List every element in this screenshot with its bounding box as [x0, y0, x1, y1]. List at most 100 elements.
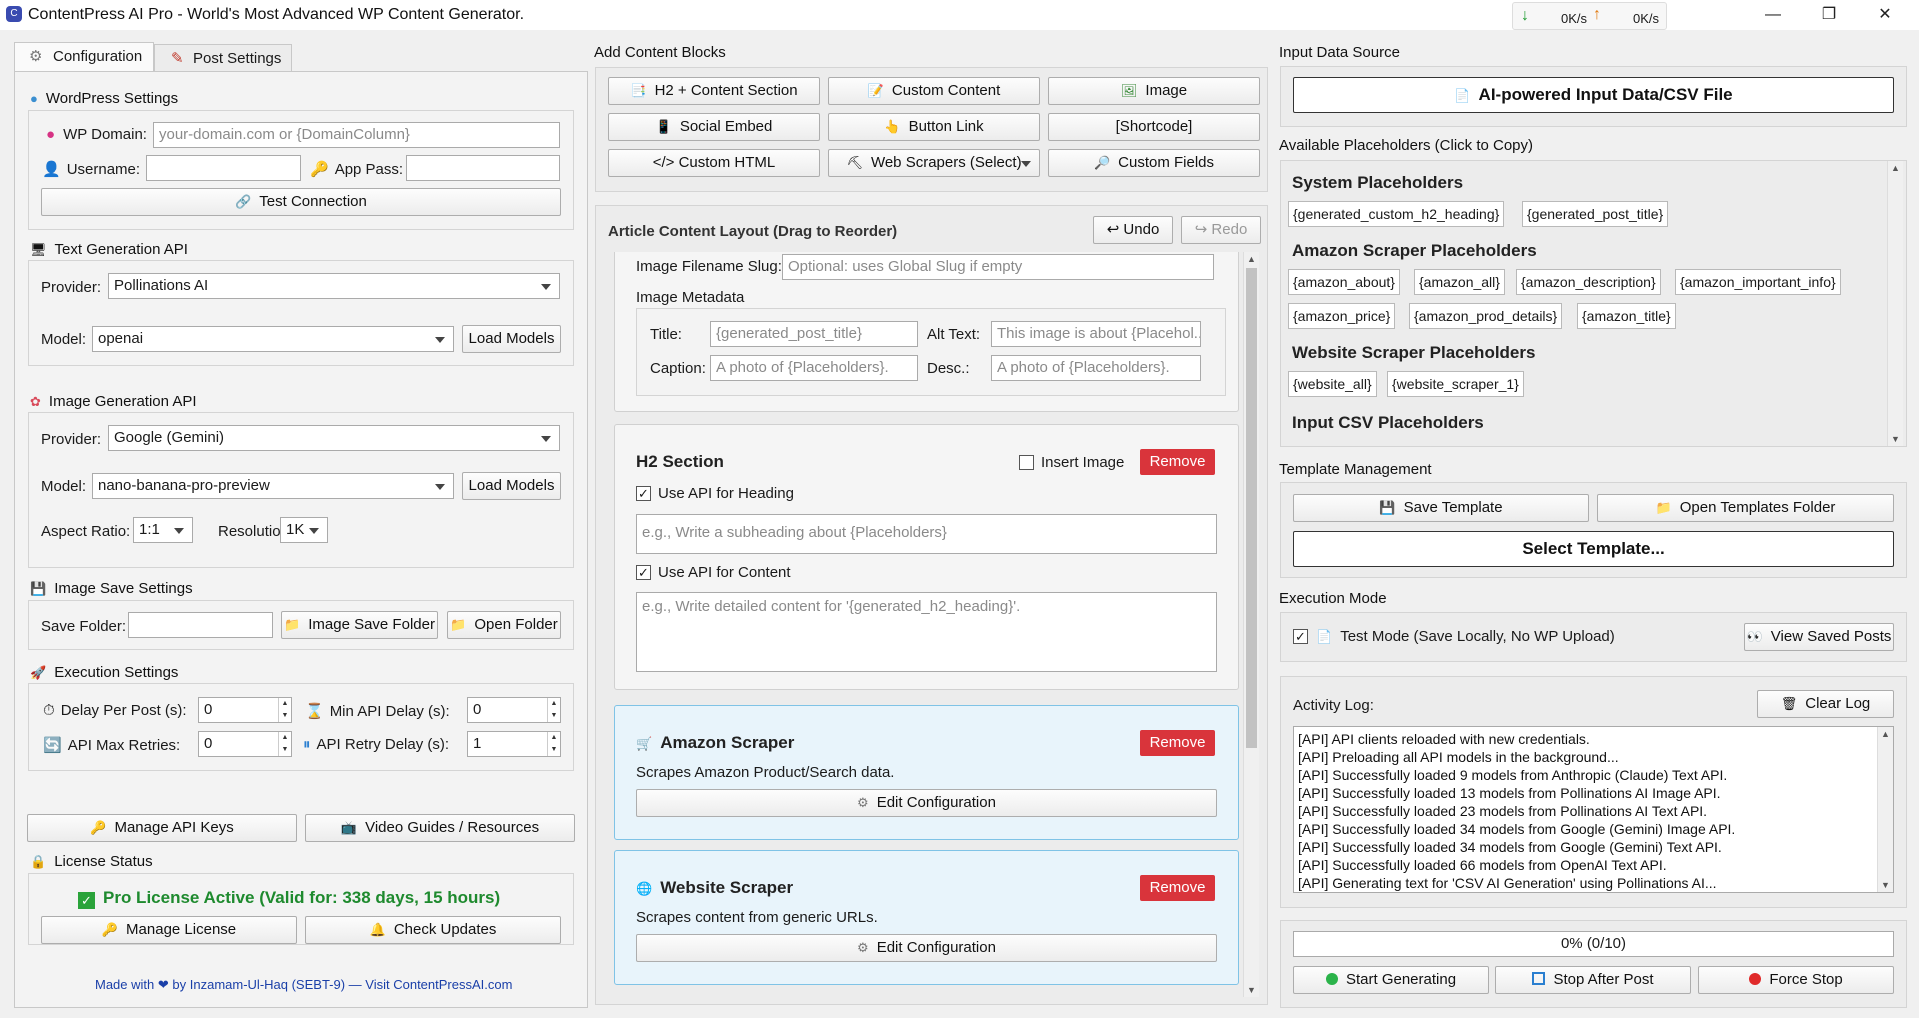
add-h2-section-button[interactable]: 📑 H2 + Content Section: [608, 77, 820, 105]
image-slug-label: Image Filename Slug:: [636, 258, 782, 275]
close-button[interactable]: ✕: [1862, 2, 1908, 28]
delay-per-post-label: ⏱ Delay Per Post (s):: [43, 702, 187, 719]
meta-caption-input[interactable]: A photo of {Placeholders}.: [710, 355, 918, 381]
placeholder-chip[interactable]: {generated_custom_h2_heading}: [1288, 201, 1505, 227]
undo-button[interactable]: ↩ Undo: [1093, 216, 1173, 244]
image-model-select[interactable]: nano-banana-pro-preview: [92, 473, 454, 499]
amazon-remove-button[interactable]: Remove: [1140, 730, 1215, 756]
min-api-delay-spinner[interactable]: 0 ▲ ▼: [467, 697, 561, 723]
image-slug-input[interactable]: Optional: uses Global Slug if empty: [782, 254, 1214, 280]
check-updates-button[interactable]: 🔔 Check Updates: [305, 916, 561, 944]
add-blocks-header: Add Content Blocks: [594, 44, 726, 61]
wp-domain-input[interactable]: your-domain.com or {DomainColumn}: [153, 122, 560, 148]
select-template-button[interactable]: Select Template...: [1293, 531, 1894, 567]
insert-image-checkbox[interactable]: [1019, 455, 1034, 470]
input-data-file-button[interactable]: 📄 AI-powered Input Data/CSV File: [1293, 77, 1894, 113]
placeholder-chip[interactable]: {amazon_description}: [1516, 269, 1661, 295]
activity-log-textbox[interactable]: [API] API clients reloaded with new cred…: [1293, 726, 1894, 893]
text-model-select[interactable]: openai: [92, 326, 454, 352]
layout-scrollbar-thumb[interactable]: [1246, 268, 1257, 748]
video-guides-button[interactable]: 📺 Video Guides / Resources: [305, 814, 575, 842]
placeholder-chip[interactable]: {amazon_prod_details}: [1409, 303, 1563, 329]
image-save-header: 💾 Image Save Settings: [30, 580, 193, 597]
manage-api-keys-button[interactable]: 🔑 Manage API Keys: [27, 814, 297, 842]
force-stop-button[interactable]: Force Stop: [1698, 966, 1894, 994]
save-folder-label: Save Folder:: [41, 618, 127, 635]
open-folder-button[interactable]: 📁 Open Folder: [447, 611, 561, 639]
stop-after-post-button[interactable]: Stop After Post: [1495, 966, 1691, 994]
chevron-down-icon: [541, 436, 551, 442]
resolution-select[interactable]: 1K: [280, 517, 328, 543]
min-api-delay-label: ⌛ Min API Delay (s):: [305, 703, 450, 720]
image-provider-select[interactable]: Google (Gemini): [108, 425, 560, 451]
image-gen-header: ✿ Image Generation API: [30, 393, 197, 410]
placeholders-scroll-area: System Placeholders {generated_custom_h2…: [1281, 161, 1890, 446]
use-api-heading-checkbox[interactable]: ✓: [636, 486, 651, 501]
meta-desc-input[interactable]: A photo of {Placeholders}.: [991, 355, 1201, 381]
log-scrollbar-thumb[interactable]: [1880, 743, 1891, 843]
h2-remove-button[interactable]: Remove: [1140, 449, 1215, 475]
website-edit-config-button[interactable]: ⚙ Edit Configuration: [636, 934, 1217, 962]
save-folder-input[interactable]: [128, 612, 273, 638]
add-custom-fields-button[interactable]: 🔎 Custom Fields: [1048, 149, 1260, 177]
lock-icon: 🔒: [30, 854, 47, 869]
add-custom-html-button[interactable]: </> Custom HTML: [608, 149, 820, 177]
wp-settings-header: ● WordPress Settings: [30, 90, 179, 107]
clear-log-button[interactable]: 🗑 Clear Log: [1757, 690, 1894, 718]
spin-down-icon: ▼: [278, 710, 291, 722]
placeholder-chip[interactable]: {website_scraper_1}: [1387, 371, 1524, 397]
add-shortcode-button[interactable]: [Shortcode]: [1048, 113, 1260, 141]
tab-post-settings[interactable]: ✎ Post Settings: [154, 44, 292, 72]
globe-icon: ●: [30, 91, 38, 106]
use-api-content-checkbox[interactable]: ✓: [636, 565, 651, 580]
aspect-ratio-select[interactable]: 1:1: [133, 517, 193, 543]
text-load-models-button[interactable]: Load Models: [462, 325, 561, 353]
placeholder-chip[interactable]: {website_all}: [1288, 371, 1377, 397]
add-button-link-button[interactable]: 👆 Button Link: [828, 113, 1040, 141]
manage-license-button[interactable]: 🔑 Manage License: [41, 916, 297, 944]
image-save-folder-button[interactable]: 📁 Image Save Folder: [281, 611, 438, 639]
meta-alt-input[interactable]: This image is about {Placehol...: [991, 321, 1201, 347]
test-connection-button[interactable]: 🔗 Test Connection: [41, 188, 561, 216]
web-scrapers-select-button[interactable]: ⛏ Web Scrapers (Select): [828, 149, 1040, 177]
placeholders-scrollbar[interactable]: ▲ ▼: [1887, 161, 1903, 446]
image-provider-label: Provider:: [41, 431, 102, 448]
placeholders-scrollbar-thumb[interactable]: [1890, 177, 1901, 377]
start-generating-button[interactable]: Start Generating: [1293, 966, 1489, 994]
h2-heading-prompt-input[interactable]: e.g., Write a subheading about {Placehol…: [636, 514, 1217, 554]
meta-title-input[interactable]: {generated_post_title}: [710, 321, 918, 347]
placeholder-chip[interactable]: {amazon_all}: [1414, 269, 1505, 295]
username-input[interactable]: [146, 155, 301, 181]
open-templates-folder-button[interactable]: 📁 Open Templates Folder: [1597, 494, 1894, 522]
log-scrollbar[interactable]: ▲ ▼: [1877, 727, 1893, 892]
test-mode-checkbox[interactable]: ✓: [1293, 629, 1308, 644]
placeholder-chip[interactable]: {amazon_price}: [1288, 303, 1396, 329]
api-max-retries-spinner[interactable]: 0 ▲ ▼: [198, 731, 292, 757]
layout-scrollbar[interactable]: ▲ ▼: [1243, 252, 1259, 997]
save-template-button[interactable]: 💾 Save Template: [1293, 494, 1589, 522]
h2-content-prompt-input[interactable]: e.g., Write detailed content for '{gener…: [636, 592, 1217, 672]
amazon-edit-config-button[interactable]: ⚙ Edit Configuration: [636, 789, 1217, 817]
delay-per-post-spinner[interactable]: 0 ▲ ▼: [198, 697, 292, 723]
maximize-button[interactable]: ❐: [1806, 2, 1852, 28]
red-circle-icon: [1749, 973, 1762, 985]
tab-configuration[interactable]: ⚙ Configuration: [14, 42, 154, 72]
pause-icon: ⏸: [303, 736, 311, 753]
image-load-models-button[interactable]: Load Models: [462, 472, 561, 500]
placeholder-chip[interactable]: {amazon_important_info}: [1675, 269, 1841, 295]
website-remove-button[interactable]: Remove: [1140, 875, 1215, 901]
minimize-button[interactable]: —: [1750, 2, 1796, 28]
add-social-embed-button[interactable]: 📱 Social Embed: [608, 113, 820, 141]
api-max-retries-label: 🔄 API Max Retries:: [43, 737, 181, 754]
add-custom-content-button[interactable]: 📝 Custom Content: [828, 77, 1040, 105]
placeholder-chip[interactable]: {generated_post_title}: [1522, 201, 1669, 227]
placeholder-chip[interactable]: {amazon_about}: [1288, 269, 1400, 295]
app-pass-input[interactable]: [406, 155, 560, 181]
view-saved-posts-button[interactable]: 👀 View Saved Posts: [1744, 623, 1894, 651]
add-image-button[interactable]: 🖼 Image: [1048, 77, 1260, 105]
redo-button[interactable]: ↪ Redo: [1181, 216, 1261, 244]
placeholder-chip[interactable]: {amazon_title}: [1577, 303, 1676, 329]
text-provider-select[interactable]: Pollinations AI: [108, 273, 560, 299]
footer-credit[interactable]: Made with ❤ by Inzamam-Ul-Haq (SEBT-9) —…: [95, 977, 512, 993]
api-retry-delay-spinner[interactable]: 1 ▲ ▼: [467, 731, 561, 757]
